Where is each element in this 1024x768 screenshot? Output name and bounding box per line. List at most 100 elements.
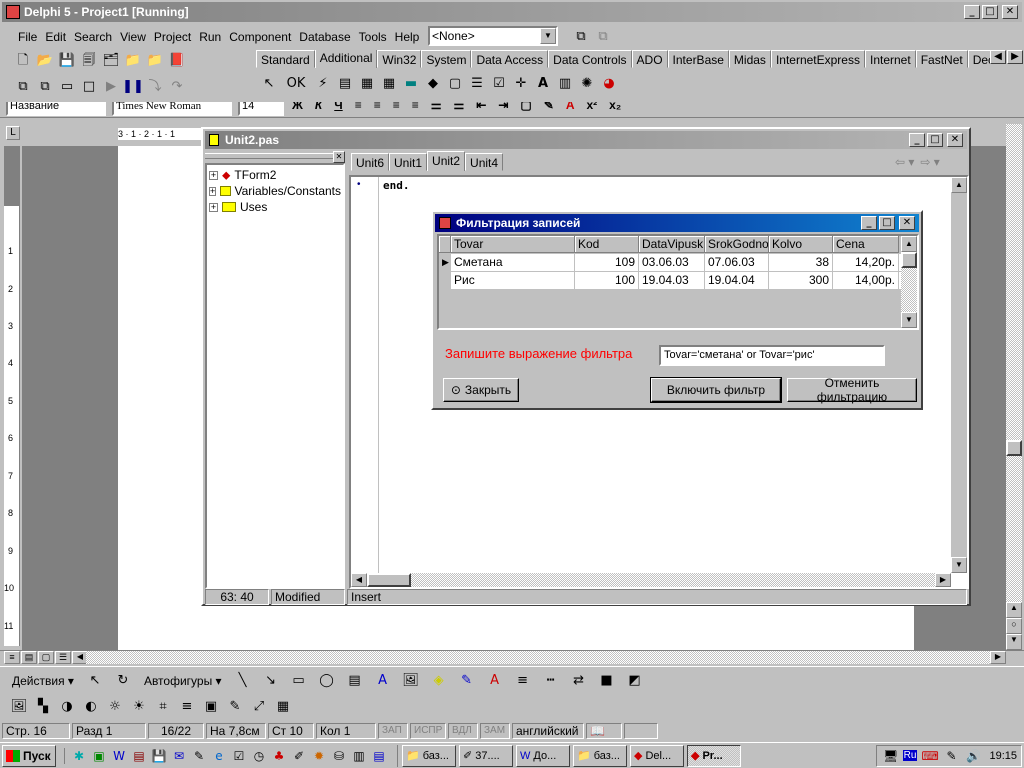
new-file-icon[interactable]: 🗋	[12, 50, 34, 72]
applicationevents-icon[interactable]: ✺	[576, 73, 598, 95]
explorer-close-icon[interactable]: ✕	[333, 151, 345, 163]
palette-tab-additional[interactable]: Additional	[314, 50, 378, 68]
tray-clock[interactable]: 19:15	[989, 750, 1017, 762]
italic-icon[interactable]: К	[315, 102, 322, 112]
tray-paint-icon[interactable]: ✎	[943, 748, 959, 764]
config-combo[interactable]: <None> ▼	[428, 26, 558, 46]
task-button-folder-1[interactable]: 📁 баз...	[402, 744, 456, 767]
spelling-status-icon[interactable]: 📖	[586, 723, 622, 739]
ql-app-icon[interactable]: ▥	[351, 748, 367, 764]
menu-view[interactable]: View	[116, 28, 150, 46]
rectangle-icon[interactable]: ▭	[288, 670, 310, 692]
decrease-indent-icon[interactable]: ⇤	[476, 102, 486, 112]
tree-item-uses[interactable]: + Uses	[209, 199, 341, 215]
task-button-folder-2[interactable]: 📁 баз...	[573, 744, 627, 767]
column-header-cena[interactable]: Cena	[833, 236, 899, 253]
nav-back-icon[interactable]: ⇦ ▾	[895, 155, 914, 169]
status-ext[interactable]: ВДЛ	[448, 723, 478, 739]
checklistbox-icon[interactable]: ☑	[488, 73, 510, 95]
column-header-srokgodnos[interactable]: SrokGodnos	[705, 236, 769, 253]
task-button-word[interactable]: W До...	[516, 744, 570, 767]
text-wrapping-icon[interactable]: ▣	[200, 696, 222, 718]
cell-srokgodnos[interactable]: 19.04.04	[705, 272, 769, 289]
ql-paint-icon[interactable]: ✎	[191, 748, 207, 764]
stringgrid-icon[interactable]: ▦	[356, 73, 378, 95]
view-form-icon[interactable]: ⧉	[34, 76, 56, 98]
normal-view-icon[interactable]: ≡	[4, 651, 20, 664]
line-style-pic-icon[interactable]: ≡	[176, 696, 198, 718]
image-icon[interactable]: ▬	[400, 73, 422, 95]
style-combo[interactable]: Название	[6, 102, 106, 116]
code-scroll-down-icon[interactable]: ▼	[951, 557, 967, 573]
drawgrid-icon[interactable]: ▦	[378, 73, 400, 95]
cell-kod[interactable]: 109	[575, 254, 639, 271]
3d-icon[interactable]: ◩	[624, 670, 646, 692]
speedbutton-icon[interactable]: ⚡	[312, 73, 334, 95]
textbox-icon[interactable]: ▤	[344, 670, 366, 692]
cell-srokgodnos[interactable]: 07.06.03	[705, 254, 769, 271]
align-center-icon[interactable]: ≡	[374, 102, 381, 112]
less-brightness-icon[interactable]: ☀	[128, 696, 150, 718]
ql-access-icon[interactable]: ▤	[131, 748, 147, 764]
palette-tab-data-controls[interactable]: Data Controls	[548, 50, 632, 68]
tree-item-variables[interactable]: + Variables/Constants	[209, 183, 341, 199]
toggle-form-unit-icon[interactable]: ▭	[56, 76, 78, 98]
expand-icon[interactable]: +	[209, 186, 217, 196]
ql-checklist-icon[interactable]: ☑	[231, 748, 247, 764]
remove-from-project-icon[interactable]: 📁	[144, 50, 166, 72]
reset-picture-icon[interactable]: ▦	[272, 696, 294, 718]
cell-cena[interactable]: 14,20р.	[833, 254, 899, 271]
explorer-grip[interactable]	[205, 153, 333, 159]
code-hscroll-left-icon[interactable]: ◀	[351, 573, 367, 587]
drawing-font-color-icon[interactable]: A	[484, 670, 506, 692]
ql-note-icon[interactable]: ▤	[371, 748, 387, 764]
apply-filter-button[interactable]: Включить фильтр	[650, 377, 782, 403]
grid-scroll-thumb[interactable]	[901, 252, 917, 268]
shape-icon[interactable]: ◆	[422, 73, 444, 95]
ql-star-icon[interactable]: ✱	[71, 748, 87, 764]
menu-run[interactable]: Run	[195, 28, 225, 46]
select-browse-object-icon[interactable]: ○	[1006, 618, 1022, 634]
editor-tab-unit1[interactable]: Unit1	[389, 153, 428, 171]
palette-tab-fastnet[interactable]: FastNet	[915, 50, 968, 68]
palette-tab-system[interactable]: System	[421, 50, 472, 68]
line-icon[interactable]: ╲	[232, 670, 254, 692]
cancel-filter-button[interactable]: Отменить фильтрацию	[787, 376, 917, 404]
fill-color-icon[interactable]: ◈	[428, 670, 450, 692]
menu-file[interactable]: File	[14, 28, 41, 46]
subscript-icon[interactable]: x₂	[609, 102, 621, 112]
dialog-maximize-button[interactable]: □	[879, 216, 895, 230]
bold-icon[interactable]: Ж	[292, 102, 303, 112]
bevel-icon[interactable]: ▢	[444, 73, 466, 95]
palette-scroll-right-icon[interactable]: ▶	[1007, 50, 1023, 64]
cell-cena[interactable]: 14,00р.	[833, 272, 899, 289]
size-combo[interactable]: 14	[238, 102, 284, 116]
tree-item-tform2[interactable]: + ⬥ TForm2	[209, 167, 341, 183]
palette-tab-internetexpress[interactable]: InternetExpress	[770, 50, 865, 68]
task-button-37[interactable]: ✐ 37....	[459, 744, 513, 767]
justify-icon[interactable]: ≡	[412, 102, 419, 112]
cell-datavipusk[interactable]: 03.06.03	[639, 254, 705, 271]
open-project-icon[interactable]: 🗂	[100, 50, 122, 72]
code-hscroll-right-icon[interactable]: ▶	[935, 573, 951, 587]
clipart-icon[interactable]: 🖼	[400, 670, 422, 692]
palette-tab-data-access[interactable]: Data Access	[471, 50, 549, 68]
image-control-icon[interactable]: ▚	[32, 696, 54, 718]
db-grid[interactable]: Tovar Kod DataVipusk SrokGodnos Kolvo Ce…	[437, 234, 919, 330]
font-combo[interactable]: Times New Roman	[112, 102, 232, 116]
wordart-icon[interactable]: A	[372, 670, 394, 692]
tray-speaker-icon[interactable]: 🔊	[965, 748, 981, 764]
minimize-button[interactable]: _	[964, 5, 980, 19]
pause-icon[interactable]: ❚❚	[122, 76, 144, 98]
save-all-icon[interactable]: 🗐	[78, 50, 100, 72]
next-page-icon[interactable]: ▼	[1006, 634, 1022, 650]
cell-kolvo[interactable]: 300	[769, 272, 833, 289]
dialog-minimize-button[interactable]: _	[861, 216, 877, 230]
highlight-icon[interactable]: ✎	[544, 102, 554, 112]
splitter-icon[interactable]: ✛	[510, 73, 532, 95]
more-brightness-icon[interactable]: ☼	[104, 696, 126, 718]
cell-tovar[interactable]: Рис	[451, 272, 575, 289]
actions-menu[interactable]: Действия ▾	[8, 674, 78, 688]
free-rotate-icon[interactable]: ↻	[112, 670, 134, 692]
pointer-arrow-icon[interactable]: ↖	[258, 73, 280, 95]
